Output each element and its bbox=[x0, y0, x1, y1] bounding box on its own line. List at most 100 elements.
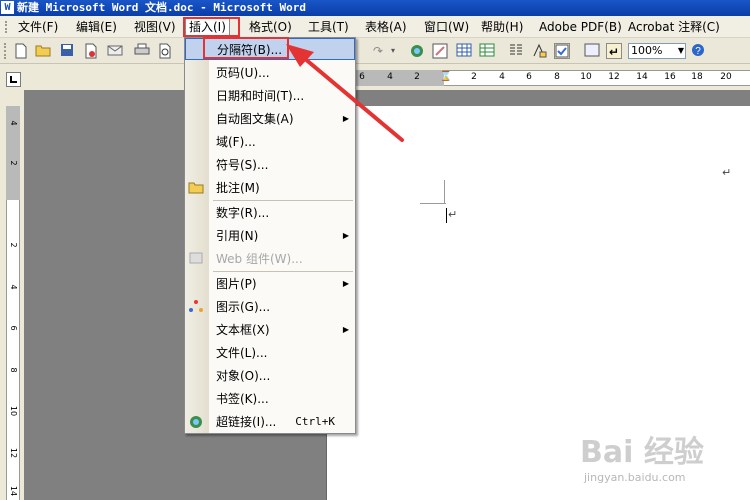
vruler-tick: 4 bbox=[9, 120, 18, 126]
menu-item-label: 引用(N) bbox=[216, 229, 259, 243]
vruler-tick: 4 bbox=[9, 284, 18, 290]
document-map-icon[interactable] bbox=[554, 43, 570, 59]
redo-dropdown-icon[interactable]: ▾ bbox=[385, 43, 401, 59]
menu-format[interactable]: 格式(O) bbox=[246, 18, 295, 36]
menu-item-label: 超链接(I)... bbox=[216, 415, 277, 429]
menu-bar: 文件(F) 编辑(E) 视图(V) 插入(I) 格式(O) 工具(T) 表格(A… bbox=[0, 16, 750, 38]
email-icon[interactable] bbox=[107, 43, 123, 59]
paragraph-mark: ↵ bbox=[448, 208, 458, 221]
help-icon[interactable]: ? bbox=[690, 43, 706, 59]
insert-excel-icon[interactable] bbox=[479, 43, 495, 59]
insert-dropdown-menu: 分隔符(B)... 页码(U)... 日期和时间(T)... 自动图文集(A) … bbox=[184, 37, 356, 434]
red-highlight-box-break-item bbox=[203, 37, 289, 59]
menu-file[interactable]: 文件(F) bbox=[15, 18, 61, 36]
ruler-tick: 14 bbox=[636, 72, 648, 82]
menu-item-symbol[interactable]: 符号(S)... bbox=[185, 154, 355, 176]
hyperlink-icon[interactable] bbox=[409, 43, 425, 59]
menu-item-field[interactable]: 域(F)... bbox=[185, 131, 355, 153]
zoom-dropdown-arrow-icon[interactable]: ▼ bbox=[676, 44, 686, 58]
menu-item-label: 图片(P) bbox=[216, 277, 257, 291]
menu-item-label: Web 组件(W)... bbox=[216, 252, 303, 266]
menu-item-label: 批注(M) bbox=[216, 181, 260, 195]
diagram-icon bbox=[188, 299, 204, 315]
menu-item-label: 自动图文集(A) bbox=[216, 112, 294, 126]
submenu-arrow-icon: ▶ bbox=[342, 114, 349, 123]
menu-separator bbox=[213, 271, 353, 272]
toolbar-grip[interactable] bbox=[4, 43, 8, 59]
vruler-tick: 14 bbox=[9, 485, 18, 497]
open-folder-icon[interactable] bbox=[35, 43, 51, 59]
drawing-icon[interactable] bbox=[531, 43, 547, 59]
menu-item-shortcut: Ctrl+K bbox=[295, 415, 335, 428]
left-tab-icon bbox=[10, 76, 17, 83]
menu-item-label: 日期和时间(T)... bbox=[216, 89, 305, 103]
menu-help[interactable]: 帮助(H) bbox=[478, 18, 526, 36]
ruler-tick: 16 bbox=[664, 72, 676, 82]
menu-item-date-time[interactable]: 日期和时间(T)... bbox=[185, 85, 355, 107]
menu-item-textbox[interactable]: 文本框(X) ▶ bbox=[185, 319, 355, 341]
ruler-tick: 8 bbox=[554, 72, 560, 82]
menu-adobe-pdf[interactable]: Adobe PDF(B) bbox=[536, 18, 625, 36]
ruler-tick: 20 bbox=[720, 72, 732, 82]
menu-item-label: 文件(L)... bbox=[216, 346, 268, 360]
print-preview-icon[interactable] bbox=[157, 43, 173, 59]
menu-item-web-component: Web 组件(W)... bbox=[185, 248, 355, 270]
menu-item-file[interactable]: 文件(L)... bbox=[185, 342, 355, 364]
menu-item-label: 图示(G)... bbox=[216, 300, 271, 314]
tables-borders-icon[interactable] bbox=[432, 43, 448, 59]
ruler-indent-marker[interactable]: ⌛ bbox=[439, 71, 453, 83]
vruler-tick: 6 bbox=[9, 325, 18, 331]
menu-window[interactable]: 窗口(W) bbox=[421, 18, 472, 36]
menu-item-label: 符号(S)... bbox=[216, 158, 269, 172]
menu-separator bbox=[213, 200, 353, 201]
show-hide-icon[interactable]: ↵ bbox=[606, 43, 622, 59]
menubar-grip[interactable] bbox=[5, 21, 7, 33]
menu-tools[interactable]: 工具(T) bbox=[305, 18, 352, 36]
menu-item-autotext[interactable]: 自动图文集(A) ▶ bbox=[185, 108, 355, 130]
menu-item-reference[interactable]: 引用(N) ▶ bbox=[185, 225, 355, 247]
menu-item-label: 域(F)... bbox=[216, 135, 256, 149]
menu-item-hyperlink[interactable]: 超链接(I)... Ctrl+K bbox=[185, 411, 355, 433]
insert-table-icon[interactable] bbox=[456, 43, 472, 59]
vruler-tick: 12 bbox=[9, 447, 18, 459]
menu-item-diagram[interactable]: 图示(G)... bbox=[185, 296, 355, 318]
menu-table[interactable]: 表格(A) bbox=[362, 18, 410, 36]
submenu-arrow-icon: ▶ bbox=[342, 279, 349, 288]
columns-icon[interactable] bbox=[508, 43, 524, 59]
web-component-icon bbox=[188, 251, 204, 267]
vruler-tick: 2 bbox=[9, 160, 18, 166]
menu-item-bookmark[interactable]: 书签(K)... bbox=[185, 388, 355, 410]
save-icon[interactable] bbox=[59, 43, 75, 59]
tab-selector[interactable] bbox=[6, 72, 21, 87]
menu-item-label: 对象(O)... bbox=[216, 369, 271, 383]
menu-edit[interactable]: 编辑(E) bbox=[73, 18, 120, 36]
redo-icon[interactable]: ↷ bbox=[370, 43, 386, 59]
reading-layout-icon[interactable] bbox=[584, 43, 600, 59]
vruler-tick: 2 bbox=[9, 242, 18, 248]
vruler-tick: 10 bbox=[9, 405, 18, 417]
menu-item-label: 数字(R)... bbox=[216, 206, 270, 220]
menu-item-picture[interactable]: 图片(P) ▶ bbox=[185, 273, 355, 295]
new-doc-icon[interactable] bbox=[13, 43, 29, 59]
ruler-tick: 6 bbox=[526, 72, 532, 82]
baidu-watermark: Bai 经验 jingyan.baidu.com bbox=[580, 427, 740, 497]
menu-item-number[interactable]: 数字(R)... bbox=[185, 202, 355, 224]
ruler-tick: 2 bbox=[414, 72, 420, 82]
window-title: 新建 Microsoft Word 文档.doc - Microsoft Wor… bbox=[17, 1, 307, 14]
menu-item-comment[interactable]: 批注(M) bbox=[185, 177, 355, 199]
permission-icon[interactable] bbox=[83, 43, 99, 59]
svg-text:?: ? bbox=[695, 46, 701, 57]
print-icon[interactable] bbox=[134, 43, 150, 59]
ruler-tick: 18 bbox=[691, 72, 703, 82]
menu-acrobat-comments[interactable]: Acrobat 注释(C) bbox=[625, 18, 723, 36]
menu-item-page-numbers[interactable]: 页码(U)... bbox=[185, 62, 355, 84]
ruler-tick: 6 bbox=[359, 72, 365, 82]
text-cursor bbox=[446, 208, 447, 223]
comment-folder-icon bbox=[188, 180, 204, 196]
hyperlink-globe-icon bbox=[188, 414, 204, 430]
ruler-tick: 2 bbox=[471, 72, 477, 82]
menu-view[interactable]: 视图(V) bbox=[131, 18, 179, 36]
menu-item-object[interactable]: 对象(O)... bbox=[185, 365, 355, 387]
vruler-tick: 8 bbox=[9, 367, 18, 373]
title-bar: W 新建 Microsoft Word 文档.doc - Microsoft W… bbox=[0, 0, 750, 16]
